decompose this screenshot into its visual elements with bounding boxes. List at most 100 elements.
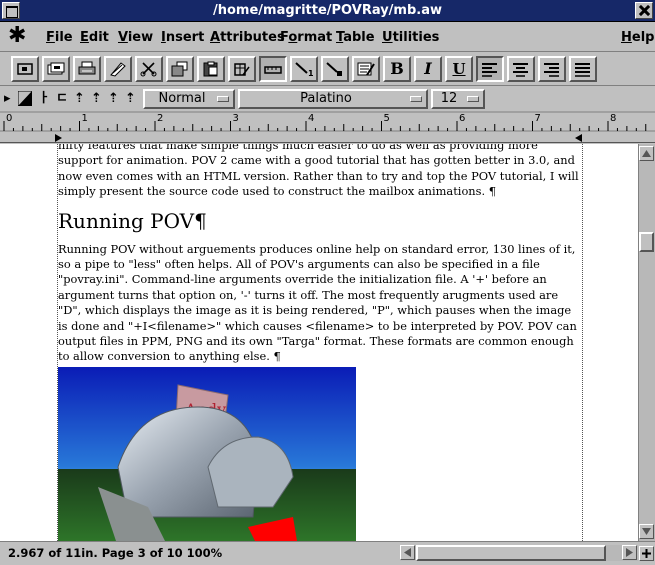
copy-button[interactable] [166, 56, 194, 82]
cut-button[interactable] [135, 56, 163, 82]
scroll-right-button[interactable] [622, 545, 637, 560]
frame-button[interactable] [321, 56, 349, 82]
close-button[interactable] [635, 2, 653, 19]
vertical-scrollbar[interactable] [638, 144, 655, 541]
font-dropdown[interactable]: Palatino [238, 89, 428, 109]
ruler-number: 0 [6, 113, 12, 124]
menu-insert[interactable]: Insert [161, 30, 204, 45]
toolbar: 1 B I U [0, 53, 655, 86]
menu-bar: ✱ File Edit View Insert Attributes Forma… [0, 22, 655, 52]
paragraph[interactable]: nifty features that make simple things m… [58, 144, 583, 200]
document-canvas[interactable]: nifty features that make simple things m… [0, 144, 638, 541]
draw-line-button[interactable]: 1 [290, 56, 318, 82]
bold-button[interactable]: B [383, 56, 411, 82]
italic-button[interactable]: I [414, 56, 442, 82]
align-right-button[interactable] [538, 56, 566, 82]
style-dropdown[interactable]: Normal [143, 89, 235, 109]
tab-left-icon[interactable]: ▸ [4, 90, 18, 107]
vertical-scroll-thumb[interactable] [639, 232, 654, 252]
svg-text:1: 1 [308, 69, 313, 77]
align-right-icon [544, 63, 559, 77]
ruler[interactable]: 0 1 2 3 4 5 6 7 8 [0, 111, 655, 143]
align-center-icon [513, 63, 528, 77]
tab-decimal-icon[interactable] [18, 91, 32, 106]
tab-right-icon[interactable]: ㄷ [56, 90, 70, 107]
mailbox-graphic: Andy [98, 384, 297, 541]
menu-attributes[interactable]: Attributes [210, 30, 285, 45]
horizontal-scroll-thumb[interactable] [416, 545, 606, 561]
justify-button[interactable] [569, 56, 597, 82]
print-button[interactable] [73, 56, 101, 82]
indent-icon-4[interactable]: ⇡ [125, 90, 139, 107]
menu-view[interactable]: View [118, 30, 153, 45]
ruler-number: 4 [308, 113, 314, 124]
spellcheck-button[interactable] [104, 56, 132, 82]
style-value: Normal [158, 91, 206, 106]
align-left-icon [482, 63, 497, 77]
menu-utilities[interactable]: Utilities [382, 30, 439, 45]
status-bar: 2.967 of 11in. Page 3 of 10 100% [0, 541, 655, 565]
print-icon [78, 61, 96, 75]
underline-button[interactable]: U [445, 56, 473, 82]
align-center-button[interactable] [507, 56, 535, 82]
menu-table[interactable]: Table [336, 30, 375, 45]
menu-help[interactable]: Help [621, 30, 654, 45]
font-value: Palatino [300, 91, 352, 106]
open-document-icon [47, 62, 65, 75]
new-document-button[interactable] [11, 56, 39, 82]
ruler-number: 6 [459, 113, 465, 124]
cut-icon [140, 62, 157, 77]
plus-icon [642, 549, 651, 558]
size-dropdown[interactable]: 12 [431, 89, 485, 109]
insert-table-icon [234, 63, 250, 76]
copy-icon [171, 61, 188, 77]
indent-icon-2[interactable]: ⇡ [91, 90, 105, 107]
ruler-icon [264, 66, 282, 74]
rendered-mailbox-image[interactable]: Andy [58, 367, 356, 541]
ruler-number: 3 [233, 113, 239, 124]
window-title: /home/magritte/POVRay/mb.aw [213, 3, 442, 18]
scroll-down-button[interactable] [639, 524, 654, 539]
indent-icon-3[interactable]: ⇡ [108, 90, 122, 107]
app-logo-icon[interactable]: ✱ [8, 25, 26, 47]
arrow-left-icon [404, 548, 411, 557]
horizontal-scrollbar[interactable] [400, 545, 638, 561]
ruler-number: 7 [535, 113, 541, 124]
ruler-number: 5 [384, 113, 390, 124]
status-text: 2.967 of 11in. Page 3 of 10 100% [8, 546, 223, 560]
section-heading[interactable]: Running POV¶ [58, 210, 583, 232]
ruler-number: 2 [157, 113, 163, 124]
tab-center-icon[interactable]: ㅏ [38, 90, 52, 107]
ruler-toggle-button[interactable] [259, 56, 287, 82]
notes-button[interactable] [352, 56, 380, 82]
new-document-icon [17, 63, 33, 75]
line-icon: 1 [295, 62, 313, 77]
frame-icon [326, 62, 342, 76]
ruler-number: 1 [82, 113, 88, 124]
menu-format[interactable]: Format [280, 30, 332, 45]
open-document-button[interactable] [42, 56, 70, 82]
notes-icon [357, 62, 375, 76]
chevron-down-icon [467, 96, 479, 102]
paragraph[interactable]: Running POV without arguements produces … [58, 242, 583, 365]
menu-edit[interactable]: Edit [80, 30, 109, 45]
indent-icon-1[interactable]: ⇡ [74, 90, 88, 107]
chevron-down-icon [217, 96, 229, 102]
menu-file[interactable]: File [46, 30, 73, 45]
right-indent-marker[interactable] [575, 134, 582, 142]
spellcheck-icon [110, 62, 126, 77]
document-body[interactable]: nifty features that make simple things m… [58, 144, 583, 373]
chevron-down-icon [410, 96, 422, 102]
insert-table-button[interactable] [228, 56, 256, 82]
zoom-in-button[interactable] [639, 546, 654, 561]
paste-button[interactable] [197, 56, 225, 82]
paste-icon [203, 61, 218, 77]
title-bar: /home/magritte/POVRay/mb.aw [0, 0, 655, 22]
size-value: 12 [440, 91, 458, 106]
align-left-button[interactable] [476, 56, 504, 82]
left-indent-marker[interactable] [55, 134, 62, 142]
ruler-number: 8 [610, 113, 616, 124]
scroll-up-button[interactable] [639, 146, 654, 161]
scroll-left-button[interactable] [400, 545, 415, 560]
arrow-right-icon [626, 548, 633, 557]
